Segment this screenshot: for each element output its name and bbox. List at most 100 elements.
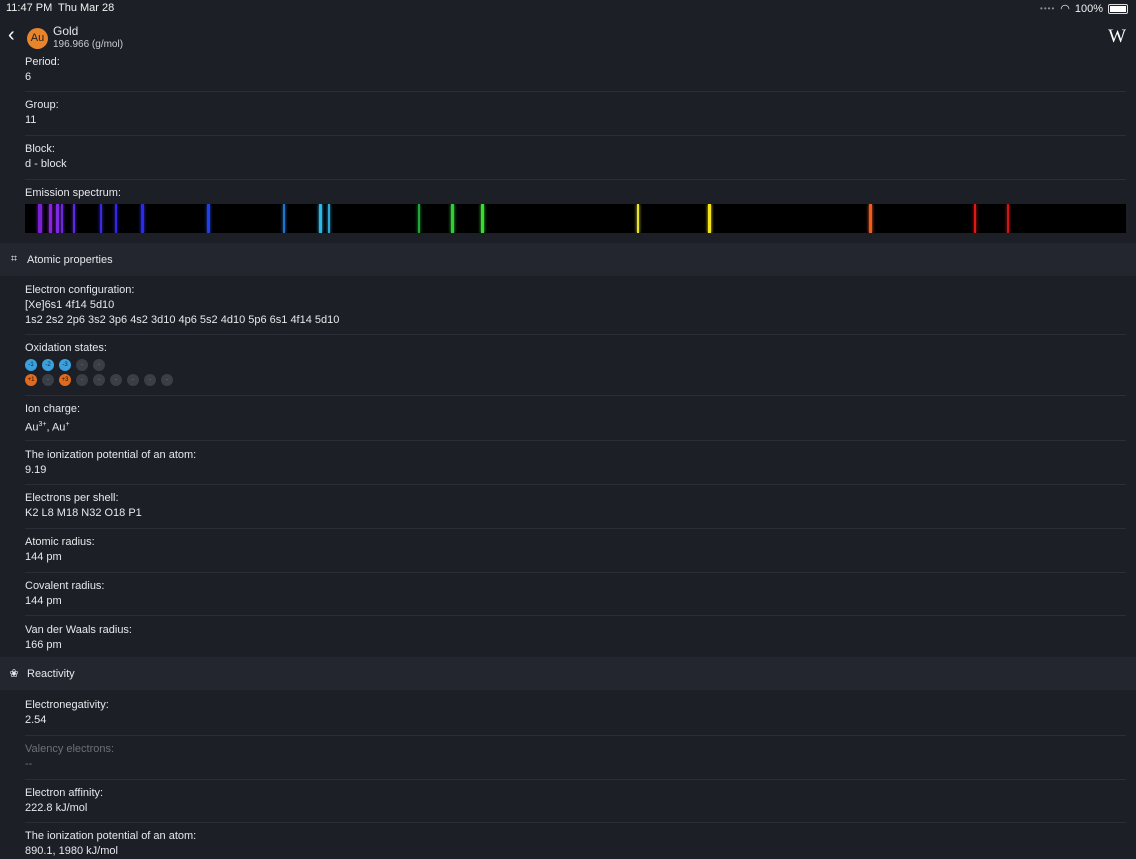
divider xyxy=(25,395,1126,396)
covalent-radius-value: 144 pm xyxy=(25,595,62,607)
spectrum-line xyxy=(141,204,144,233)
element-symbol-badge: Au xyxy=(27,28,48,49)
atomic-radius-label: Atomic radius: xyxy=(25,536,95,548)
block-label: Block: xyxy=(25,143,55,155)
spectrum-line xyxy=(869,204,872,233)
spectrum-line xyxy=(61,204,63,233)
covalent-radius-field: Covalent radius: 144 pm xyxy=(25,579,105,609)
oxidation-state-chip: - xyxy=(93,374,105,386)
spectrum-line xyxy=(56,204,59,233)
ionization-value: 9.19 xyxy=(25,464,47,476)
spectrum-line xyxy=(637,204,639,233)
spectrum-line xyxy=(283,204,285,233)
group-value: 11 xyxy=(25,114,37,126)
spectrum-line xyxy=(328,204,330,233)
electronegativity-label: Electronegativity: xyxy=(25,699,109,711)
shells-value: K2 L8 M18 N32 O18 P1 xyxy=(25,507,142,519)
ion-charge-label: Ion charge: xyxy=(25,403,81,415)
electron-config-label: Electron configuration: xyxy=(25,284,135,296)
block-field: Block: d - block xyxy=(25,142,67,172)
covalent-radius-label: Covalent radius: xyxy=(25,580,105,592)
divider xyxy=(25,334,1126,335)
spectrum-line xyxy=(418,204,420,233)
atomic-radius-field: Atomic radius: 144 pm xyxy=(25,535,95,565)
period-field: Period: 6 xyxy=(25,55,60,85)
status-date: Thu Mar 28 xyxy=(58,2,115,14)
shells-field: Electrons per shell: K2 L8 M18 N32 O18 P… xyxy=(25,491,142,521)
divider xyxy=(25,779,1126,780)
section-atomic-properties[interactable]: ⌗ Atomic properties xyxy=(0,243,1136,276)
spectrum-line xyxy=(100,204,102,233)
period-value: 6 xyxy=(25,71,32,83)
atom-icon: ⌗ xyxy=(10,253,18,265)
ion-charge-field: Ion charge: Au3+, Au+ xyxy=(25,402,80,436)
affinity-field: Electron affinity: 222.8 kJ/mol xyxy=(25,786,103,816)
divider xyxy=(25,528,1126,529)
oxidation-positive-row: +1- +3- - - - - - xyxy=(25,374,173,386)
vdw-radius-field: Van der Waals radius: 166 pm xyxy=(25,623,132,653)
divider xyxy=(25,615,1126,616)
divider xyxy=(25,822,1126,823)
spectrum-line xyxy=(319,204,322,233)
electron-config-field: Electron configuration: [Xe]6s1 4f14 5d1… xyxy=(25,283,339,328)
battery-percent: 100% xyxy=(1074,2,1103,15)
oxidation-state-chip: - xyxy=(144,374,156,386)
spectrum-line xyxy=(73,204,75,233)
section-reactivity[interactable]: ❀ Reactivity xyxy=(0,657,1136,690)
ion-base-2: Au xyxy=(51,421,66,434)
multitasking-dots-icon: •••• xyxy=(1040,4,1056,13)
divider xyxy=(25,735,1126,736)
divider xyxy=(25,91,1126,92)
group-label: Group: xyxy=(25,99,59,111)
ion-base-1: Au xyxy=(25,421,39,434)
spectrum-line xyxy=(49,204,52,233)
status-bar: 11:47 PM Thu Mar 28 •••• ◠ 100% xyxy=(0,0,1136,16)
oxidation-state-chip: - xyxy=(110,374,122,386)
affinity-label: Electron affinity: xyxy=(25,787,104,799)
divider xyxy=(25,572,1126,573)
oxidation-state-chip: +3 xyxy=(59,374,71,386)
spectrum-line xyxy=(38,204,42,233)
spectrum-line xyxy=(451,204,454,233)
vdw-radius-label: Van der Waals radius: xyxy=(25,624,132,636)
section-title: Atomic properties xyxy=(27,253,113,266)
divider xyxy=(25,179,1126,180)
nav-bar: ‹ Au Gold 196.966 (g/mol) W xyxy=(0,18,1136,54)
electronegativity-value: 2.54 xyxy=(25,714,47,726)
oxidation-state-chip: -1 xyxy=(25,359,37,371)
emission-spectrum xyxy=(25,204,1126,233)
spectrum-line xyxy=(974,204,976,233)
oxidation-state-chip: - xyxy=(42,374,54,386)
oxidation-state-chip: - xyxy=(127,374,139,386)
status-time: 11:47 PM xyxy=(6,2,53,14)
ionization-field: The ionization potential of an atom: 9.1… xyxy=(25,448,196,478)
oxidation-state-chip: +1 xyxy=(25,374,37,386)
oxidation-state-chip: -2 xyxy=(42,359,54,371)
valency-value: -- xyxy=(25,758,33,770)
electronegativity-field: Electronegativity: 2.54 xyxy=(25,698,109,728)
section-title: Reactivity xyxy=(27,667,75,680)
oxidation-state-chip: - xyxy=(76,359,88,371)
oxidation-states-field: Oxidation states: -1 -2 -3- - +1- +3- - - - - - xyxy=(25,341,173,386)
status-right: •••• ◠ 100% xyxy=(1040,2,1128,15)
period-label: Period: xyxy=(25,56,60,68)
oxidation-state-chip: - xyxy=(161,374,173,386)
wikipedia-button[interactable]: W xyxy=(1108,26,1126,48)
element-name: Gold xyxy=(53,24,79,38)
spectrum-field: Emission spectrum: xyxy=(25,186,121,201)
element-mass: 196.966 (g/mol) xyxy=(53,39,124,50)
wifi-icon: ◠ xyxy=(1060,3,1070,15)
valency-label: Valency electrons: xyxy=(25,743,115,755)
reactivity-icon: ❀ xyxy=(9,668,19,680)
spectrum-line xyxy=(708,204,711,233)
oxidation-state-chip: - xyxy=(76,374,88,386)
back-chevron-icon[interactable]: ‹ xyxy=(8,24,15,47)
oxidation-label: Oxidation states: xyxy=(25,342,107,354)
reactivity-ionization-field: The ionization potential of an atom: 890… xyxy=(25,829,196,859)
reactivity-ionization-label: The ionization potential of an atom: xyxy=(25,830,197,842)
oxidation-negative-row: -1 -2 -3- - xyxy=(25,359,173,371)
divider xyxy=(25,135,1126,136)
block-value: d - block xyxy=(25,158,67,170)
electron-config-short: [Xe]6s1 4f14 5d10 xyxy=(25,299,115,311)
ionization-label: The ionization potential of an atom: xyxy=(25,449,197,461)
